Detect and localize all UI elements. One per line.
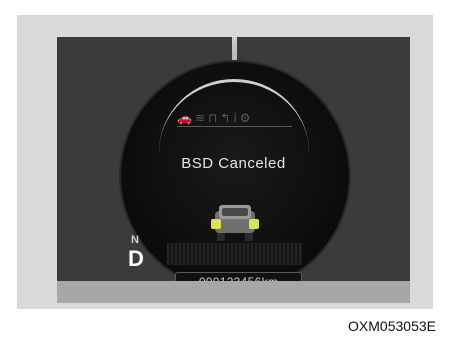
car-front-icon: 🚗 bbox=[177, 111, 192, 125]
figure-caption: OXM053053E bbox=[348, 318, 436, 334]
figure-frame: 🚗 ≋ ⊓ ↰ ⅰ ⚙ BSD Canceled N D 000123456km bbox=[17, 15, 433, 309]
info-icon: ⅰ bbox=[233, 111, 237, 125]
turn-icon: ↰ bbox=[220, 111, 231, 125]
road-icon: ⊓ bbox=[208, 111, 218, 125]
road-grid bbox=[167, 243, 303, 265]
vehicle-rear-icon bbox=[211, 205, 259, 241]
bsd-status-message: BSD Canceled bbox=[181, 155, 286, 172]
gear-indicator-current: D bbox=[128, 246, 144, 271]
lane-icon: ≋ bbox=[194, 111, 206, 125]
gear-indicator-upper: N bbox=[131, 234, 139, 246]
screen-lower-strip bbox=[57, 281, 410, 303]
settings-icon: ⚙ bbox=[239, 111, 251, 125]
indicator-icon-row: 🚗 ≋ ⊓ ↰ ⅰ ⚙ bbox=[177, 110, 292, 127]
instrument-cluster: 🚗 ≋ ⊓ ↰ ⅰ ⚙ BSD Canceled N D 000123456km bbox=[57, 37, 410, 303]
